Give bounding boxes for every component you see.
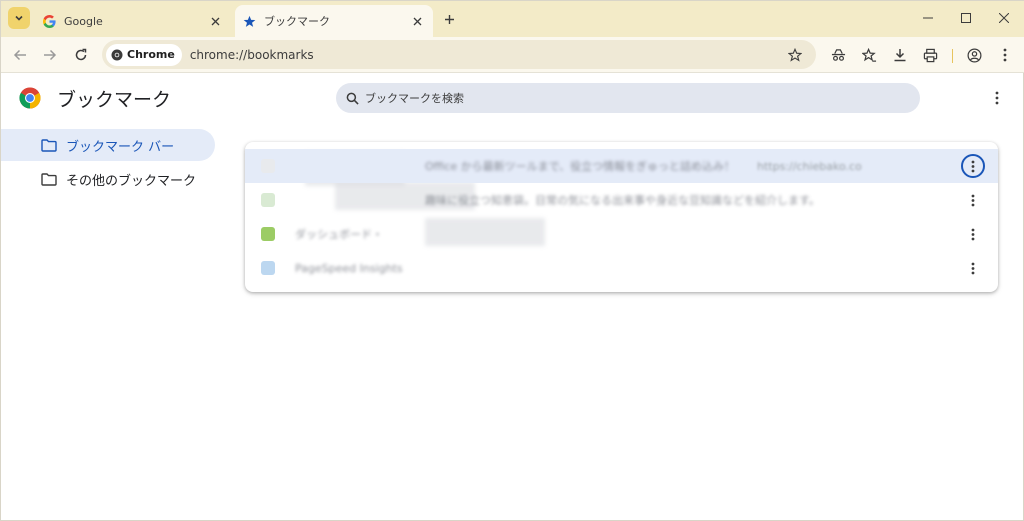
favicon-icon xyxy=(261,193,275,207)
chrome-logo-icon xyxy=(19,87,41,109)
print-button[interactable] xyxy=(919,44,941,66)
bookmark-star-button[interactable] xyxy=(784,44,806,66)
bookmark-title: 趣味に役立つ知恵袋。日常の気になる出来事や身近な豆知識などを紹介します。 xyxy=(425,194,820,207)
more-vert-icon xyxy=(971,262,975,274)
favicon-icon xyxy=(261,261,275,275)
bookmarks-button[interactable] xyxy=(858,44,880,66)
star-list-icon xyxy=(861,47,876,62)
url-text: chrome://bookmarks xyxy=(189,47,314,62)
new-tab-button[interactable] xyxy=(438,8,460,30)
search-input[interactable] xyxy=(365,91,885,105)
reload-icon xyxy=(75,48,87,61)
more-vert-icon xyxy=(971,160,975,172)
tab-search-button[interactable] xyxy=(8,7,30,29)
plus-icon xyxy=(444,14,454,24)
sidebar-item-bookmark-bar[interactable]: ブックマーク バー xyxy=(1,129,215,161)
omnibox[interactable]: Chrome chrome://bookmarks xyxy=(102,40,816,69)
bookmarks-header: ブックマーク xyxy=(1,74,1024,122)
item-menu-button[interactable] xyxy=(961,188,985,212)
tab-bookmarks[interactable]: ブックマーク xyxy=(235,5,433,37)
account-icon xyxy=(967,48,981,62)
item-menu-button[interactable] xyxy=(961,256,985,280)
bookmark-title: ダッシュボード・ xyxy=(295,228,383,241)
list-item[interactable]: PageSpeed Insights xyxy=(245,251,998,285)
bookmark-search[interactable] xyxy=(336,83,920,113)
download-icon xyxy=(894,49,906,62)
minimize-icon xyxy=(923,17,933,19)
folder-icon xyxy=(41,138,57,152)
sidebar-item-label: ブックマーク バー xyxy=(66,139,175,155)
more-vert-icon xyxy=(995,91,999,105)
back-button[interactable] xyxy=(9,44,31,66)
profile-button[interactable] xyxy=(963,44,985,66)
more-vert-icon xyxy=(971,194,975,206)
close-icon[interactable] xyxy=(407,11,427,31)
chrome-icon xyxy=(111,49,123,60)
page-title: ブックマーク xyxy=(57,89,172,111)
tab-strip: Google ブックマーク xyxy=(1,1,1024,37)
toolbar: Chrome chrome://bookmarks xyxy=(1,37,1024,73)
toolbar-divider xyxy=(952,49,953,63)
more-vert-icon xyxy=(1003,48,1007,62)
google-icon xyxy=(43,14,56,28)
bookmark-url: https://chiebako.co xyxy=(757,159,862,173)
minimize-button[interactable] xyxy=(914,7,942,29)
tab-google[interactable]: Google xyxy=(35,5,231,37)
sidebar-item-other-bookmarks[interactable]: その他のブックマーク xyxy=(1,163,215,195)
maximize-icon xyxy=(961,13,971,23)
incognito-icon xyxy=(831,48,845,61)
reload-button[interactable] xyxy=(70,44,92,66)
organize-menu-button[interactable] xyxy=(986,87,1008,109)
item-menu-button[interactable] xyxy=(961,154,985,178)
favicon-icon xyxy=(261,227,275,241)
list-item[interactable]: ダッシュボード・ xyxy=(245,217,998,251)
chevron-down-icon xyxy=(15,15,23,21)
forward-button[interactable] xyxy=(39,44,61,66)
more-vert-icon xyxy=(971,228,975,240)
printer-icon xyxy=(923,48,937,62)
maximize-button[interactable] xyxy=(952,7,980,29)
sidebar-item-label: その他のブックマーク xyxy=(66,173,197,189)
item-menu-button[interactable] xyxy=(961,222,985,246)
bookmark-list: Office から最新ツールまで、役立つ情報をぎゅっと詰め込み！ https:/… xyxy=(245,142,998,292)
list-item[interactable]: Office から最新ツールまで、役立つ情報をぎゅっと詰め込み！ https:/… xyxy=(245,149,998,183)
extension-button[interactable] xyxy=(827,44,849,66)
bookmark-title: PageSpeed Insights xyxy=(295,261,403,275)
star-outline-icon xyxy=(788,48,802,62)
browser-menu-button[interactable] xyxy=(994,44,1016,66)
star-icon xyxy=(243,15,256,27)
site-info-chip[interactable]: Chrome xyxy=(106,43,182,66)
list-item[interactable]: 趣味に役立つ知恵袋。日常の気になる出来事や身近な豆知識などを紹介します。 xyxy=(245,183,998,217)
bookmark-title: Office から最新ツールまで、役立つ情報をぎゅっと詰め込み！ xyxy=(425,160,735,173)
downloads-button[interactable] xyxy=(889,44,911,66)
close-icon xyxy=(999,13,1009,23)
tab-title: ブックマーク xyxy=(264,15,330,28)
folder-icon xyxy=(41,172,57,186)
close-icon[interactable] xyxy=(205,11,225,31)
search-icon xyxy=(346,92,359,105)
tab-title: Google xyxy=(64,14,103,28)
arrow-left-icon xyxy=(13,49,26,61)
arrow-right-icon xyxy=(44,49,57,61)
favicon-icon xyxy=(261,159,275,173)
chip-label: Chrome xyxy=(127,48,175,61)
close-window-button[interactable] xyxy=(990,7,1018,29)
